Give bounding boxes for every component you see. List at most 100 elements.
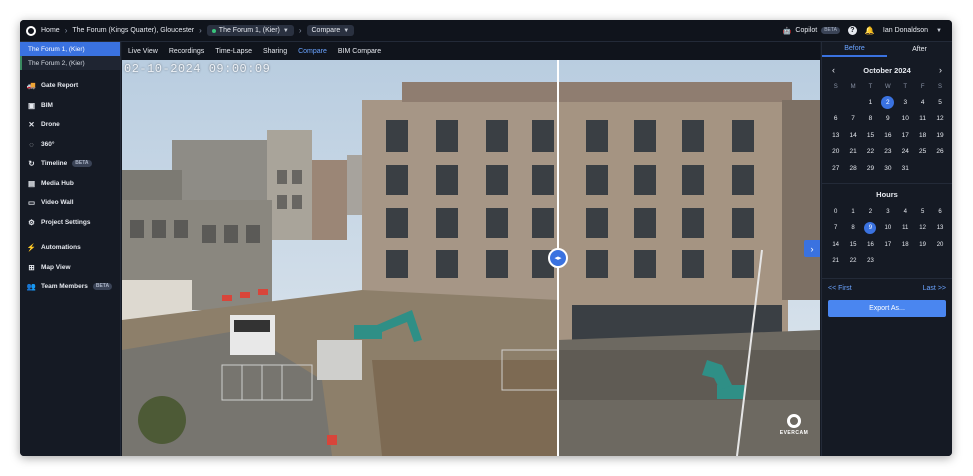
calendar-day[interactable]: 26 — [931, 144, 948, 161]
sidebar-camera-forum-2[interactable]: The Forum 2, (Kier) — [20, 56, 120, 70]
tab-after[interactable]: After — [887, 42, 952, 57]
calendar-day[interactable]: 20 — [827, 144, 844, 161]
page-selector[interactable]: Compare ▼ — [306, 25, 355, 36]
calendar-day[interactable]: 2 — [879, 94, 896, 111]
hour-option[interactable]: 19 — [914, 237, 931, 254]
hour-option[interactable]: 13 — [931, 220, 948, 237]
compare-viewer[interactable]: 02-10-2024 09:00:09 ◂▸ › EVERCAM — [122, 60, 820, 456]
calendar-day[interactable]: 3 — [897, 94, 914, 111]
hour-option[interactable]: 6 — [931, 204, 948, 221]
chevron-right-icon[interactable]: › — [804, 240, 820, 257]
calendar-day[interactable]: 13 — [827, 127, 844, 144]
calendar-day[interactable]: 6 — [827, 111, 844, 128]
chevron-down-icon[interactable]: ▼ — [936, 28, 942, 34]
hour-option[interactable]: 2 — [862, 204, 879, 221]
help-icon[interactable]: ? — [847, 26, 857, 35]
tab-before[interactable]: Before — [822, 42, 887, 57]
last-button[interactable]: Last >> — [923, 285, 946, 292]
tab-live-view[interactable]: Live View — [128, 48, 158, 55]
hour-option[interactable]: 16 — [862, 237, 879, 254]
breadcrumb-project[interactable]: The Forum (Kings Quarter), Gloucester — [72, 27, 194, 34]
tab-bim-compare[interactable]: BIM Compare — [338, 48, 381, 55]
chevron-right-icon: › — [64, 26, 68, 35]
sidebar-item-bim[interactable]: ▣ BIM — [20, 96, 120, 116]
sidebar-item-label: Project Settings — [41, 218, 91, 226]
calendar-day[interactable]: 30 — [879, 160, 896, 177]
calendar-day[interactable]: 11 — [914, 111, 931, 128]
compare-slider-handle[interactable]: ◂▸ — [548, 248, 568, 268]
sidebar-item-drone[interactable]: ✕ Drone — [20, 115, 120, 135]
calendar-day[interactable]: 17 — [897, 127, 914, 144]
hour-label: 12 — [919, 225, 926, 232]
calendar-day[interactable]: 15 — [862, 127, 879, 144]
hour-option[interactable]: 18 — [897, 237, 914, 254]
hour-option[interactable]: 14 — [827, 237, 844, 254]
calendar-day[interactable]: 12 — [931, 111, 948, 128]
calendar-day[interactable]: 14 — [844, 127, 861, 144]
hour-option[interactable]: 3 — [879, 204, 896, 221]
tab-sharing[interactable]: Sharing — [263, 48, 287, 55]
tab-recordings[interactable]: Recordings — [169, 48, 204, 55]
hour-option[interactable]: 11 — [897, 220, 914, 237]
hour-option[interactable]: 23 — [862, 253, 879, 270]
sidebar-item-video-wall[interactable]: ▭ Video Wall — [20, 193, 120, 213]
hour-option[interactable]: 22 — [844, 253, 861, 270]
chevron-right-icon[interactable]: › — [939, 65, 942, 75]
sidebar-item-gate-report[interactable]: 🚚 Gate Report — [20, 76, 120, 96]
hour-option[interactable]: 0 — [827, 204, 844, 221]
sidebar-item-team-members[interactable]: 👥 Team Members BETA — [20, 277, 120, 297]
calendar-day[interactable]: 7 — [844, 111, 861, 128]
weekday-header: W — [885, 84, 891, 90]
calendar-day[interactable]: 4 — [914, 94, 931, 111]
calendar-day[interactable]: 23 — [879, 144, 896, 161]
calendar-day[interactable]: 19 — [931, 127, 948, 144]
calendar-day[interactable]: 16 — [879, 127, 896, 144]
hour-label: 19 — [919, 241, 926, 248]
export-as-button[interactable]: Export As... — [828, 299, 946, 317]
calendar-day[interactable]: 22 — [862, 144, 879, 161]
first-button[interactable]: << First — [828, 285, 852, 292]
hour-option[interactable]: 12 — [914, 220, 931, 237]
camera-selector[interactable]: The Forum 1, (Kier) ▼ — [206, 25, 294, 36]
calendar-day[interactable]: 10 — [897, 111, 914, 128]
sidebar-item-timeline[interactable]: ↻ Timeline BETA — [20, 154, 120, 174]
calendar-day[interactable]: 18 — [914, 127, 931, 144]
hour-option[interactable]: 8 — [844, 220, 861, 237]
sidebar-item-project-settings[interactable]: ⚙ Project Settings — [20, 213, 120, 233]
calendar-day[interactable]: 5 — [931, 94, 948, 111]
sidebar-camera-forum-1[interactable]: The Forum 1, (Kier) — [20, 42, 120, 56]
bell-icon[interactable]: 🔔 — [865, 26, 875, 35]
chevron-left-icon[interactable]: ‹ — [832, 65, 835, 75]
tab-compare[interactable]: Compare — [298, 48, 327, 55]
before-after-tabs: Before After — [822, 42, 952, 57]
sidebar-item-360[interactable]: ◌ 360° — [20, 135, 120, 155]
calendar-day[interactable]: 9 — [879, 111, 896, 128]
user-menu[interactable]: Ian Donaldson — [883, 27, 928, 34]
hour-option[interactable]: 21 — [827, 253, 844, 270]
sidebar-item-media-hub[interactable]: ▤ Media Hub — [20, 174, 120, 194]
calendar-day[interactable]: 31 — [897, 160, 914, 177]
evercam-logo-icon[interactable] — [26, 25, 36, 36]
hour-option[interactable]: 5 — [914, 204, 931, 221]
copilot-button[interactable]: 🤖 Copilot BETA — [783, 27, 840, 35]
calendar-day[interactable]: 25 — [914, 144, 931, 161]
hour-option[interactable]: 10 — [879, 220, 896, 237]
hour-option[interactable]: 4 — [897, 204, 914, 221]
calendar-day[interactable]: 8 — [862, 111, 879, 128]
calendar-day[interactable]: 29 — [862, 160, 879, 177]
hour-option[interactable]: 20 — [931, 237, 948, 254]
hour-option[interactable]: 7 — [827, 220, 844, 237]
tab-time-lapse[interactable]: Time-Lapse — [215, 48, 252, 55]
calendar-day[interactable]: 21 — [844, 144, 861, 161]
sidebar-item-map-view[interactable]: ⊞ Map View — [20, 258, 120, 278]
calendar-day[interactable]: 1 — [862, 94, 879, 111]
calendar-day[interactable]: 24 — [897, 144, 914, 161]
hour-option[interactable]: 17 — [879, 237, 896, 254]
calendar-day[interactable]: 28 — [844, 160, 861, 177]
hour-option[interactable]: 15 — [844, 237, 861, 254]
sidebar-item-automations[interactable]: ⚡ Automations — [20, 238, 120, 258]
calendar-day[interactable]: 27 — [827, 160, 844, 177]
hour-option[interactable]: 9 — [862, 220, 879, 237]
breadcrumb-home[interactable]: Home — [41, 27, 60, 34]
hour-option[interactable]: 1 — [844, 204, 861, 221]
